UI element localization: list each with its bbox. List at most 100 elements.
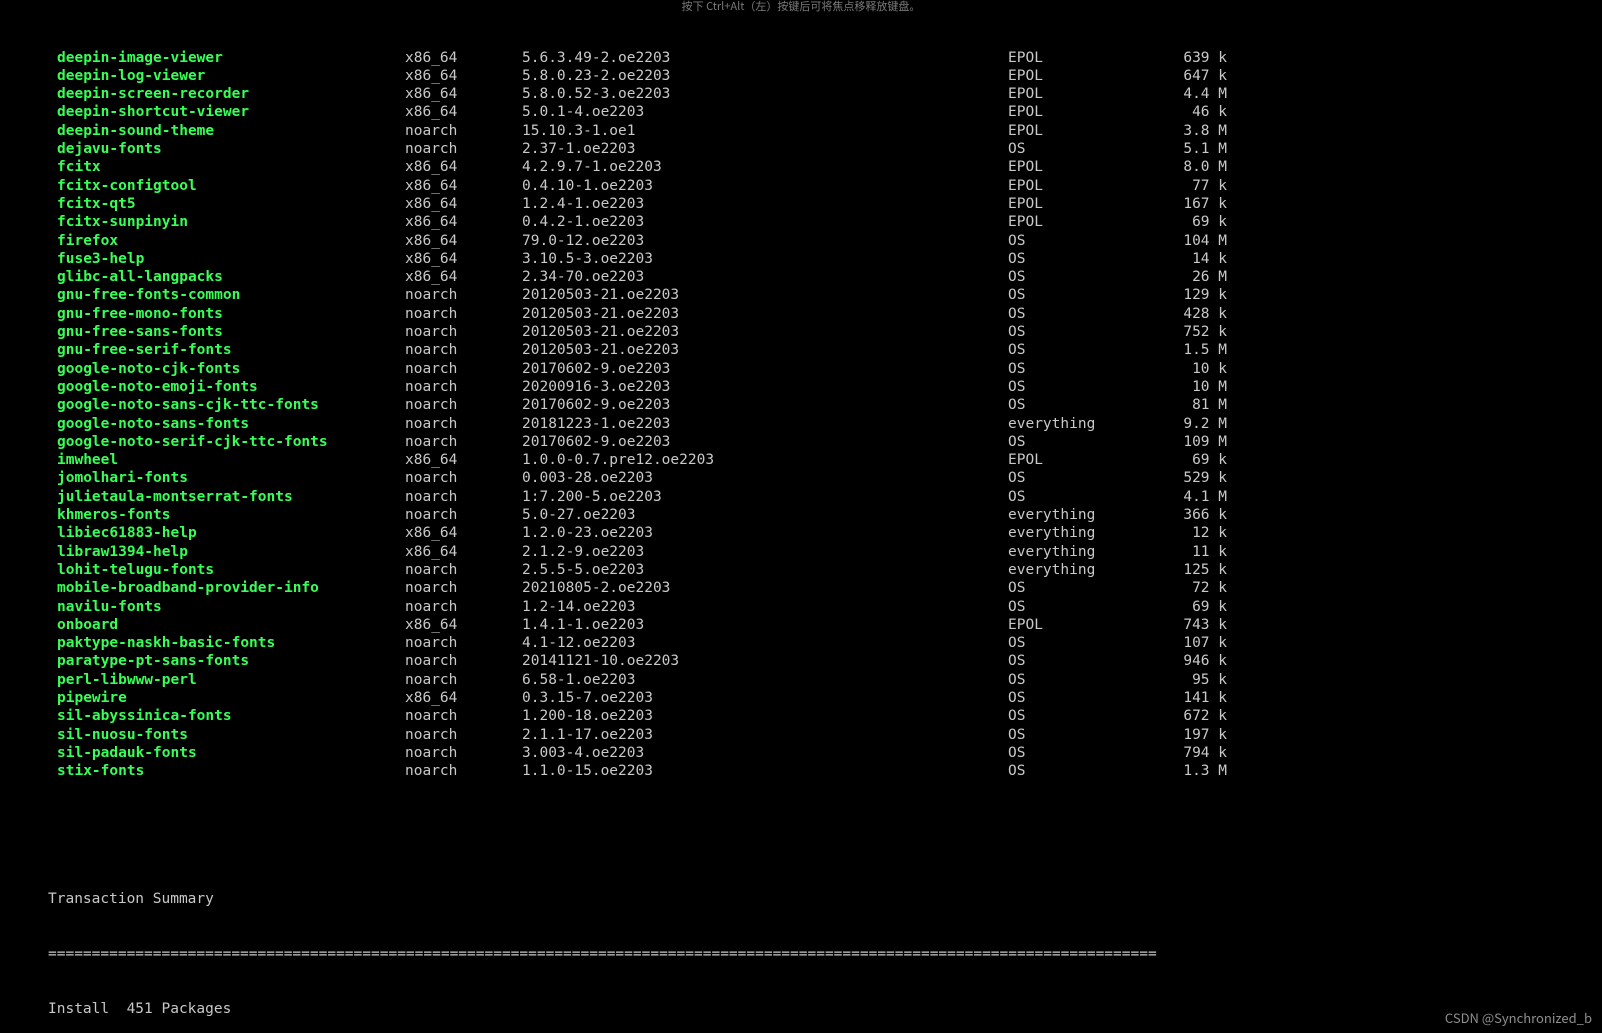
package-name: navilu-fonts (48, 598, 405, 616)
vm-hint-bar: 按下 Ctrl+Alt（左）按键后可将焦点移释放键盘。 (0, 0, 1602, 12)
package-arch: noarch (405, 469, 522, 487)
package-name: mobile-broadband-provider-info (48, 579, 405, 597)
package-version: 4.1-12.oe2203 (522, 634, 1008, 652)
package-arch: noarch (405, 561, 522, 579)
package-name: google-noto-sans-cjk-ttc-fonts (48, 396, 405, 414)
package-size: 1.5 M (1137, 341, 1227, 359)
package-version: 3.10.5-3.oe2203 (522, 250, 1008, 268)
package-name: deepin-sound-theme (48, 122, 405, 140)
package-name: deepin-log-viewer (48, 67, 405, 85)
package-arch: noarch (405, 122, 522, 140)
package-repo: everything (1008, 561, 1137, 579)
package-repo: OS (1008, 360, 1137, 378)
package-row: paktype-naskh-basic-fontsnoarch4.1-12.oe… (48, 634, 1554, 652)
package-arch: noarch (405, 360, 522, 378)
package-version: 20120503-21.oe2203 (522, 305, 1008, 323)
package-version: 5.0.1-4.oe2203 (522, 103, 1008, 121)
package-row: lohit-telugu-fontsnoarch2.5.5-5.oe2203ev… (48, 561, 1554, 579)
package-version: 0.3.15-7.oe2203 (522, 689, 1008, 707)
package-name: lohit-telugu-fonts (48, 561, 405, 579)
package-arch: x86_64 (405, 49, 522, 67)
package-repo: EPOL (1008, 177, 1137, 195)
package-version: 20181223-1.oe2203 (522, 415, 1008, 433)
package-name: khmeros-fonts (48, 506, 405, 524)
package-version: 4.2.9.7-1.oe2203 (522, 158, 1008, 176)
package-version: 0.003-28.oe2203 (522, 469, 1008, 487)
package-arch: x86_64 (405, 177, 522, 195)
package-arch: noarch (405, 433, 522, 451)
package-arch: noarch (405, 671, 522, 689)
package-size: 752 k (1137, 323, 1227, 341)
package-size: 11 k (1137, 543, 1227, 561)
package-name: google-noto-emoji-fonts (48, 378, 405, 396)
package-repo: OS (1008, 250, 1137, 268)
package-version: 2.1.2-9.oe2203 (522, 543, 1008, 561)
package-row: gnu-free-mono-fontsnoarch20120503-21.oe2… (48, 305, 1554, 323)
package-row: jomolhari-fontsnoarch0.003-28.oe2203OS52… (48, 469, 1554, 487)
package-repo: OS (1008, 286, 1137, 304)
package-row: sil-abyssinica-fontsnoarch1.200-18.oe220… (48, 707, 1554, 725)
package-name: gnu-free-serif-fonts (48, 341, 405, 359)
package-arch: x86_64 (405, 67, 522, 85)
package-row: google-noto-sans-fontsnoarch20181223-1.o… (48, 415, 1554, 433)
package-repo: OS (1008, 579, 1137, 597)
package-size: 81 M (1137, 396, 1227, 414)
package-repo: OS (1008, 744, 1137, 762)
package-row: fcitx-sunpinyinx86_640.4.2-1.oe2203EPOL6… (48, 213, 1554, 231)
package-repo: EPOL (1008, 213, 1137, 231)
package-row: fcitxx86_644.2.9.7-1.oe2203EPOL8.0 M (48, 158, 1554, 176)
package-size: 428 k (1137, 305, 1227, 323)
package-row: fcitx-qt5x86_641.2.4-1.oe2203EPOL167 k (48, 195, 1554, 213)
package-name: fcitx (48, 158, 405, 176)
package-repo: OS (1008, 634, 1137, 652)
package-name: fcitx-qt5 (48, 195, 405, 213)
package-size: 72 k (1137, 579, 1227, 597)
package-name: pipewire (48, 689, 405, 707)
package-repo: everything (1008, 415, 1137, 433)
package-repo: EPOL (1008, 103, 1137, 121)
package-size: 104 M (1137, 232, 1227, 250)
package-arch: noarch (405, 415, 522, 433)
package-arch: x86_64 (405, 103, 522, 121)
package-arch: noarch (405, 707, 522, 725)
package-version: 5.6.3.49-2.oe2203 (522, 49, 1008, 67)
package-arch: x86_64 (405, 268, 522, 286)
package-row: sil-padauk-fontsnoarch3.003-4.oe2203OS79… (48, 744, 1554, 762)
package-version: 1.1.0-15.oe2203 (522, 762, 1008, 780)
package-arch: x86_64 (405, 524, 522, 542)
package-size: 26 M (1137, 268, 1227, 286)
package-row: deepin-log-viewerx86_645.8.0.23-2.oe2203… (48, 67, 1554, 85)
package-name: stix-fonts (48, 762, 405, 780)
package-row: navilu-fontsnoarch1.2-14.oe2203OS69 k (48, 598, 1554, 616)
package-version: 1.200-18.oe2203 (522, 707, 1008, 725)
package-version: 20170602-9.oe2203 (522, 360, 1008, 378)
package-version: 1.2-14.oe2203 (522, 598, 1008, 616)
package-size: 529 k (1137, 469, 1227, 487)
package-repo: OS (1008, 232, 1137, 250)
package-size: 672 k (1137, 707, 1227, 725)
package-size: 125 k (1137, 561, 1227, 579)
package-name: fuse3-help (48, 250, 405, 268)
package-arch: noarch (405, 305, 522, 323)
package-version: 79.0-12.oe2203 (522, 232, 1008, 250)
package-version: 20170602-9.oe2203 (522, 396, 1008, 414)
package-version: 5.8.0.52-3.oe2203 (522, 85, 1008, 103)
package-row: deepin-image-viewerx86_645.6.3.49-2.oe22… (48, 49, 1554, 67)
package-version: 2.1.1-17.oe2203 (522, 726, 1008, 744)
package-size: 3.8 M (1137, 122, 1227, 140)
package-row: mobile-broadband-provider-infonoarch2021… (48, 579, 1554, 597)
package-repo: OS (1008, 707, 1137, 725)
package-size: 4.1 M (1137, 488, 1227, 506)
package-row: sil-nuosu-fontsnoarch2.1.1-17.oe2203OS19… (48, 726, 1554, 744)
package-row: deepin-sound-themenoarch15.10.3-1.oe1EPO… (48, 122, 1554, 140)
package-repo: EPOL (1008, 451, 1137, 469)
package-name: imwheel (48, 451, 405, 469)
package-repo: OS (1008, 488, 1137, 506)
package-version: 2.5.5-5.oe2203 (522, 561, 1008, 579)
package-arch: x86_64 (405, 158, 522, 176)
package-row: deepin-screen-recorderx86_645.8.0.52-3.o… (48, 85, 1554, 103)
package-row: deepin-shortcut-viewerx86_645.0.1-4.oe22… (48, 103, 1554, 121)
package-repo: OS (1008, 305, 1137, 323)
package-arch: x86_64 (405, 85, 522, 103)
package-version: 20120503-21.oe2203 (522, 341, 1008, 359)
